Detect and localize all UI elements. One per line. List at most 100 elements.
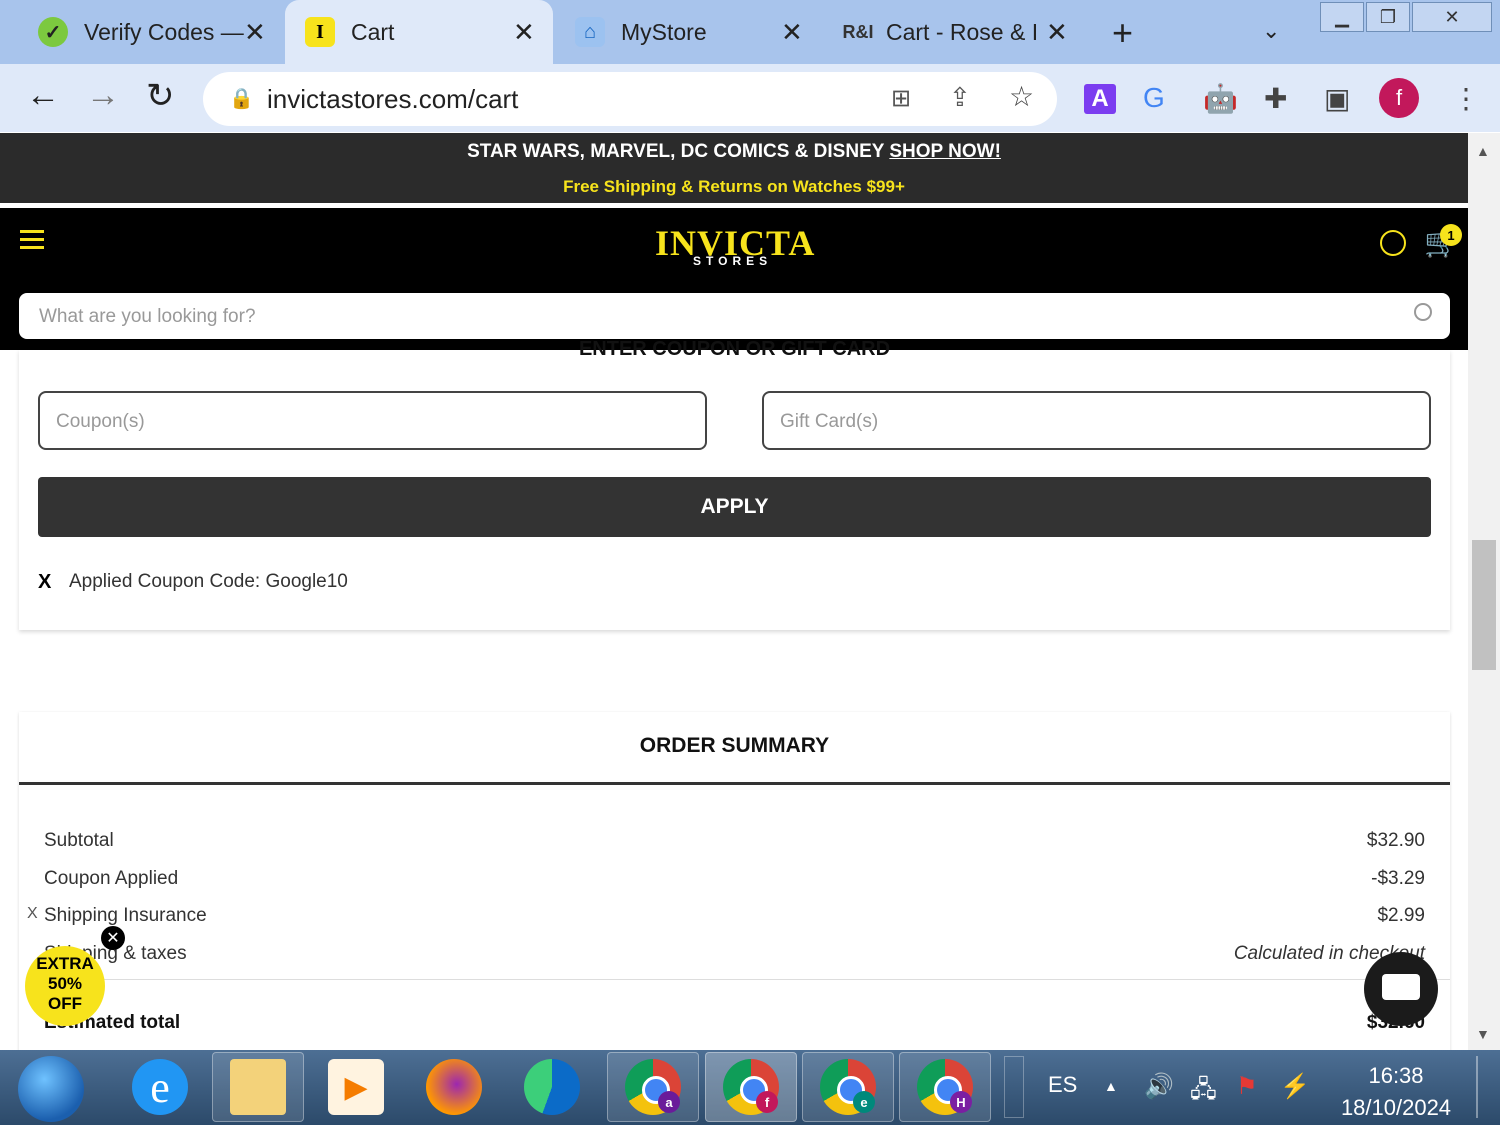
share-icon[interactable]: ⇪: [949, 82, 971, 113]
applied-coupon-text: Applied Coupon Code: Google10: [69, 571, 348, 592]
coupon-placeholder: Coupon(s): [56, 411, 145, 432]
cart-count-badge: 1: [1440, 224, 1462, 246]
check-badge-icon: ✓: [38, 17, 68, 47]
chrome-profile-f-icon[interactable]: f: [705, 1052, 797, 1122]
scroll-up-arrow-icon[interactable]: ▲: [1476, 143, 1490, 159]
summary-value: $32.90: [1366, 830, 1425, 851]
summary-value: -$3.29: [1371, 868, 1425, 889]
system-clock[interactable]: 16:38 18/10/2024: [1340, 1060, 1452, 1124]
address-bar[interactable]: 🔒 invictastores.com/cart ⊞ ⇪ ☆: [203, 72, 1057, 126]
search-placeholder: What are you looking for?: [39, 306, 256, 327]
firefox-icon[interactable]: [408, 1052, 500, 1122]
tab-title: MyStore: [621, 18, 707, 45]
close-icon[interactable]: ✕: [513, 17, 535, 48]
promo-banner: STAR WARS, MARVEL, DC COMICS & DISNEY SH…: [0, 133, 1468, 203]
search-icon[interactable]: [1414, 303, 1432, 321]
url-text[interactable]: invictastores.com/cart: [267, 84, 518, 115]
profile-badge: e: [853, 1091, 875, 1113]
windows-taskbar: e ▶ a f e H ES ▲ 🔊 🖧 ⚑ ⚡ 16:38 18/10/202…: [0, 1050, 1500, 1125]
giftcard-input[interactable]: Gift Card(s): [762, 391, 1431, 450]
coupon-section: ENTER COUPON OR GIFT CARD Coupon(s) Gift…: [19, 338, 1450, 630]
divider: [19, 782, 1450, 785]
language-indicator[interactable]: ES: [1048, 1072, 1077, 1098]
scrollbar[interactable]: ▲ ▼: [1468, 133, 1500, 1050]
rose-icon: R&I: [842, 21, 874, 42]
scroll-down-arrow-icon[interactable]: ▼: [1476, 1026, 1490, 1042]
profile-avatar[interactable]: f: [1379, 78, 1419, 118]
edge-icon[interactable]: [506, 1052, 598, 1122]
summary-row-subtotal: Subtotal $32.90: [44, 830, 1425, 856]
translate-icon[interactable]: ⊞: [891, 84, 911, 113]
tab-mystore[interactable]: ⌂ MyStore ✕: [575, 0, 810, 64]
tab-verify-codes[interactable]: ✓ Verify Codes — ✕: [38, 0, 278, 64]
robot-extension-icon[interactable]: 🤖: [1203, 82, 1238, 115]
profile-badge: a: [658, 1091, 680, 1113]
media-player-icon[interactable]: ▶: [310, 1052, 402, 1122]
chrome-profile-e-icon[interactable]: e: [802, 1052, 894, 1122]
chrome-profile-h-icon[interactable]: H: [899, 1052, 991, 1122]
chat-button[interactable]: [1364, 952, 1438, 1026]
taskbar-scroll[interactable]: [1004, 1056, 1024, 1118]
tab-title: Cart - Rose & I: [886, 18, 1039, 45]
scroll-thumb[interactable]: [1472, 540, 1496, 670]
window-close-button[interactable]: ✕: [1412, 2, 1492, 32]
tab-title: Verify Codes —: [84, 18, 244, 45]
new-tab-button[interactable]: +: [1112, 12, 1133, 54]
tray-expand-icon[interactable]: ▲: [1104, 1078, 1118, 1094]
side-panel-icon[interactable]: ▣: [1324, 82, 1350, 115]
close-icon[interactable]: ✕: [101, 926, 125, 950]
power-icon[interactable]: ⚡: [1280, 1072, 1310, 1101]
extension-a-icon[interactable]: A: [1084, 84, 1116, 114]
file-explorer-icon[interactable]: [212, 1052, 304, 1122]
tab-rose[interactable]: R&I Cart - Rose & I ✕: [840, 0, 1080, 64]
summary-value: $2.99: [1377, 905, 1425, 926]
minimize-button[interactable]: ▁: [1320, 2, 1364, 32]
start-button[interactable]: [18, 1056, 84, 1122]
browser-toolbar: ← → ↻ 🔒 invictastores.com/cart ⊞ ⇪ ☆ A G…: [0, 64, 1500, 132]
reload-button[interactable]: ↻: [146, 76, 175, 116]
back-button[interactable]: ←: [26, 76, 60, 115]
summary-row-insurance: X Shipping Insurance $2.99: [27, 905, 1425, 931]
apply-button[interactable]: APPLY: [38, 477, 1431, 537]
kebab-menu-icon[interactable]: ⋮: [1452, 82, 1480, 115]
restore-button[interactable]: ❐: [1366, 2, 1410, 32]
bookmark-star-icon[interactable]: ☆: [1009, 80, 1034, 113]
search-input[interactable]: What are you looking for?: [19, 293, 1450, 339]
forward-button[interactable]: →: [86, 76, 120, 115]
lock-icon[interactable]: 🔒: [229, 86, 254, 111]
summary-label: Shipping Insurance: [44, 905, 207, 926]
clock-time: 16:38: [1368, 1063, 1424, 1088]
google-translate-icon[interactable]: G: [1143, 82, 1165, 114]
order-summary: ORDER SUMMARY Subtotal $32.90 Coupon App…: [19, 712, 1450, 1052]
extra-off-badge[interactable]: EXTRA 50% OFF: [25, 946, 105, 1026]
extensions-puzzle-icon[interactable]: ✚: [1264, 82, 1287, 115]
chevron-down-icon[interactable]: ⌄: [1262, 18, 1280, 44]
internet-explorer-icon[interactable]: e: [114, 1052, 206, 1122]
coupon-input[interactable]: Coupon(s): [38, 391, 707, 450]
close-icon[interactable]: ✕: [781, 17, 803, 48]
summary-row-coupon: Coupon Applied -$3.29: [44, 868, 1425, 894]
action-center-flag-icon[interactable]: ⚑: [1236, 1072, 1258, 1101]
coupon-heading: ENTER COUPON OR GIFT CARD: [578, 338, 891, 360]
close-icon[interactable]: ✕: [244, 17, 266, 48]
shipping-promo-text: Free Shipping & Returns on Watches $99+: [563, 177, 905, 196]
close-icon[interactable]: ✕: [1046, 17, 1068, 48]
chrome-profile-a-icon[interactable]: a: [607, 1052, 699, 1122]
order-summary-title: ORDER SUMMARY: [639, 734, 830, 757]
summary-label: Coupon Applied: [44, 868, 179, 889]
volume-icon[interactable]: 🔊: [1144, 1072, 1174, 1101]
shop-now-link[interactable]: SHOP NOW!: [889, 141, 1001, 162]
tab-cart[interactable]: I Cart ✕: [285, 0, 553, 64]
remove-coupon-button[interactable]: X: [38, 571, 51, 594]
giftcard-placeholder: Gift Card(s): [780, 411, 879, 432]
show-desktop-button[interactable]: [1476, 1056, 1478, 1118]
badge-line: 50%: [47, 974, 83, 993]
invicta-i-icon: I: [305, 17, 335, 47]
divider: [44, 979, 1450, 980]
account-icon[interactable]: [1380, 230, 1406, 256]
promo-text: STAR WARS, MARVEL, DC COMICS & DISNEY: [467, 141, 885, 162]
network-icon[interactable]: 🖧: [1190, 1072, 1217, 1113]
clock-date: 18/10/2024: [1340, 1095, 1452, 1120]
remove-insurance-button[interactable]: X: [27, 905, 38, 923]
hamburger-menu-icon[interactable]: [20, 230, 44, 254]
